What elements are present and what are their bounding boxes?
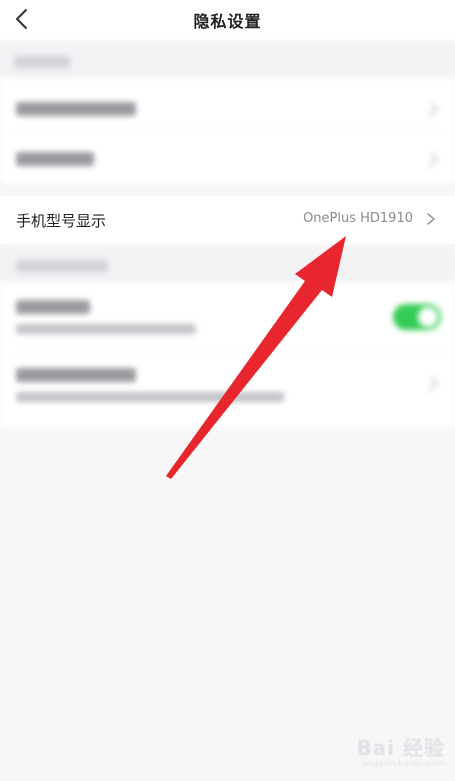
top-bar: 隐私设置 [0, 0, 455, 40]
baidu-watermark: Bai 经验 jingyan.baidu.com [356, 732, 445, 769]
phone-model-label: 手机型号显示 [16, 212, 107, 230]
blurred-settings-group-2 [0, 248, 455, 428]
toggle-switch[interactable] [393, 304, 441, 330]
chevron-right-icon [427, 213, 436, 225]
blurred-settings-group-1 [0, 44, 455, 184]
phone-model-value: OnePlus HD1910 [303, 211, 413, 226]
watermark-sub: jingyan.baidu.com [361, 759, 445, 769]
phone-model-display-row[interactable]: 手机型号显示 OnePlus HD1910 [0, 196, 455, 244]
watermark-main: Bai 经验 [356, 736, 445, 760]
privacy-settings-screen: 隐私设置 手机型号显示 OnePlus HD1910 Bai 经验 jingya… [0, 0, 455, 781]
page-title: 隐私设置 [193, 12, 262, 31]
